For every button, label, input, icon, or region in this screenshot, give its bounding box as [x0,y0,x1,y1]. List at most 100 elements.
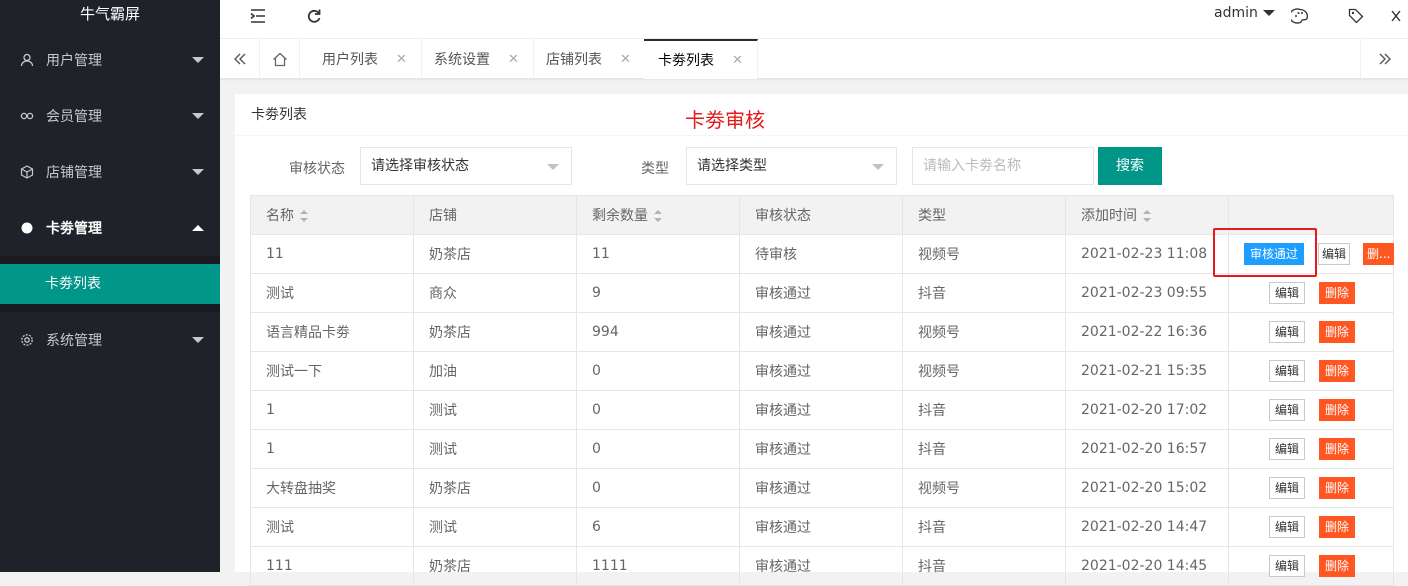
cell-name: 1 [250,429,414,469]
sidebar-item-label: 用户管理 [46,53,102,69]
edit-button[interactable]: 编辑 [1269,438,1306,460]
type-filter-select[interactable]: 请选择类型 [686,147,897,185]
cell-store: 商众 [413,273,577,313]
cell-remaining: 0 [576,429,740,469]
table-header-row: 名称 店铺 剩余数量 审核状态 类型 添加时间 [250,195,1394,235]
cell-remaining: 1111 [576,546,740,586]
coupon-name-input[interactable]: 请输入卡劵名称 [912,147,1094,185]
sidebar-subitem-coupon-list[interactable]: 卡劵列表 [0,264,220,304]
more-icon[interactable] [1384,6,1408,26]
sort-icon[interactable] [654,210,662,222]
tabs-scroll-left-icon[interactable] [220,39,260,79]
cell-type: 抖音 [902,546,1066,586]
cell-actions: 编辑 删除 [1228,273,1394,313]
cell-name: 测试 [250,273,414,313]
cell-name: 测试一下 [250,351,414,391]
close-icon[interactable]: ✕ [620,52,631,67]
app-logo: 牛气霸屏 [79,5,140,23]
col-header-name[interactable]: 名称 [250,195,414,235]
cell-added-time: 2021-02-20 15:02 [1065,468,1229,508]
theme-icon[interactable] [1288,6,1312,26]
edit-button[interactable]: 编辑 [1269,399,1306,421]
tab-store-list[interactable]: 店铺列表 ✕ [532,39,646,79]
cell-actions: 编辑 删除 [1228,390,1394,430]
sidebar-item-coupons[interactable]: 卡劵管理 [0,200,220,256]
tag-icon[interactable] [1344,6,1368,26]
cell-type: 视频号 [902,351,1066,391]
coupon-name-placeholder: 请输入卡劵名称 [923,158,1021,174]
cell-status: 审核通过 [739,507,903,547]
edit-button[interactable]: 编辑 [1269,321,1306,343]
tab-user-list[interactable]: 用户列表 ✕ [308,39,422,79]
tab-label: 卡劵列表 [658,53,714,69]
sidebar-item-members[interactable]: 会员管理 [0,88,220,144]
home-tab-icon[interactable] [260,39,300,79]
table-row: 111 奶茶店 1111 审核通过 抖音 2021-02-20 14:45 编辑 删除 [250,546,1394,586]
sidebar-item-users[interactable]: 用户管理 [0,32,220,88]
cell-type: 抖音 [902,390,1066,430]
chevron-down-icon [192,169,204,175]
edit-button[interactable]: 编辑 [1269,360,1306,382]
col-header-type: 类型 [902,195,1066,235]
delete-button[interactable]: 删除 [1319,438,1356,460]
user-menu[interactable]: admin [1214,5,1275,21]
delete-button[interactable]: 删除 [1319,399,1356,421]
cell-store: 测试 [413,507,577,547]
edit-button[interactable]: 编辑 [1269,555,1306,577]
cell-actions: 编辑 删除 [1228,468,1394,508]
chevron-up-icon [192,225,204,231]
circle-icon [20,221,34,235]
caret-down-icon [872,164,884,170]
sidebar-item-stores[interactable]: 店铺管理 [0,144,220,200]
link-icon [20,109,34,123]
delete-button[interactable]: 删除 [1319,477,1356,499]
delete-button[interactable]: 删除 [1319,282,1356,304]
refresh-icon[interactable] [302,6,326,26]
coupon-table: 名称 店铺 剩余数量 审核状态 类型 添加时间 11 奶茶店 11 待审核 视频号 202… [250,195,1395,586]
cell-actions: 审核通过 编辑 删... [1228,234,1395,274]
sort-icon[interactable] [1143,210,1151,222]
sidebar-item-label: 系统管理 [46,333,102,349]
cell-actions: 编辑 删除 [1228,429,1394,469]
col-header-status: 审核状态 [739,195,903,235]
delete-button[interactable]: 删除 [1319,555,1356,577]
col-header-added-time[interactable]: 添加时间 [1065,195,1229,235]
cell-store: 奶茶店 [413,234,577,274]
tab-coupon-list[interactable]: 卡劵列表 ✕ [644,39,758,79]
cell-name: 测试 [250,507,414,547]
cell-name: 1 [250,390,414,430]
cell-actions: 编辑 删除 [1228,351,1394,391]
cell-added-time: 2021-02-22 16:36 [1065,312,1229,352]
user-icon [20,53,34,67]
delete-button[interactable]: 删... [1363,243,1395,265]
sort-icon[interactable] [300,210,308,222]
close-icon[interactable]: ✕ [508,52,519,67]
edit-button[interactable]: 编辑 [1269,282,1306,304]
close-icon[interactable]: ✕ [396,52,407,67]
menu-collapse-icon[interactable] [246,6,270,26]
cell-status: 审核通过 [739,390,903,430]
cell-remaining: 0 [576,468,740,508]
tabs-scroll-right-icon[interactable] [1360,39,1408,79]
search-button[interactable]: 搜索 [1098,147,1162,185]
cell-name: 111 [250,546,414,586]
cell-actions: 编辑 删除 [1228,312,1394,352]
edit-button[interactable]: 编辑 [1269,477,1306,499]
tab-system-settings[interactable]: 系统设置 ✕ [420,39,534,79]
tab-label: 店铺列表 [546,52,602,68]
close-icon[interactable]: ✕ [732,53,743,68]
chevron-down-icon [192,113,204,119]
edit-button[interactable]: 编辑 [1269,516,1306,538]
caret-down-icon [547,164,559,170]
edit-button[interactable]: 编辑 [1318,243,1351,265]
delete-button[interactable]: 删除 [1319,360,1356,382]
col-header-remaining[interactable]: 剩余数量 [576,195,740,235]
status-filter-select[interactable]: 请选择审核状态 [360,147,572,185]
cell-status: 审核通过 [739,546,903,586]
cell-added-time: 2021-02-20 14:47 [1065,507,1229,547]
sidebar-item-system[interactable]: 系统管理 [0,312,220,368]
delete-button[interactable]: 删除 [1319,516,1356,538]
delete-button[interactable]: 删除 [1319,321,1356,343]
approve-button[interactable]: 审核通过 [1244,243,1305,265]
cell-remaining: 0 [576,390,740,430]
